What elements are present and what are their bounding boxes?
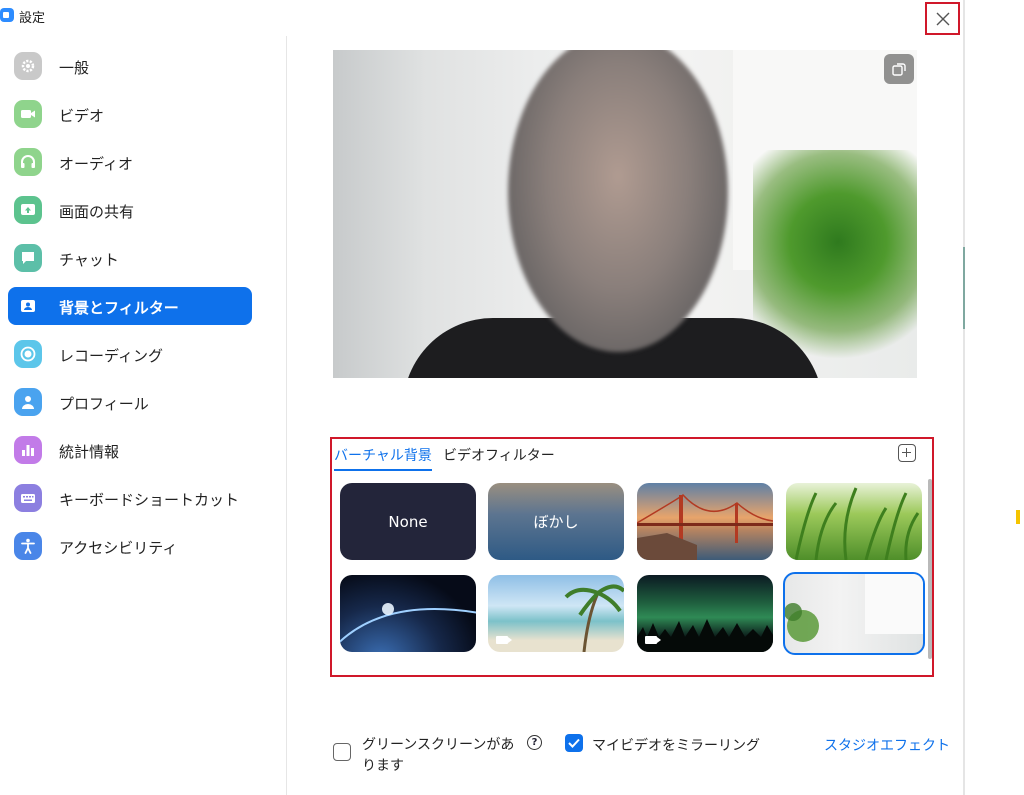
sidebar-item-video[interactable]: ビデオ — [8, 95, 252, 133]
video-camera-icon — [14, 100, 42, 128]
keyboard-icon — [14, 484, 42, 512]
sidebar-item-label: 一般 — [59, 59, 90, 77]
virtual-background-panel: バーチャル背景 ビデオフィルター None ぼかし — [330, 437, 934, 677]
sidebar-item-general[interactable]: 一般 — [8, 47, 252, 85]
sidebar-item-label: レコーディング — [59, 347, 163, 365]
sidebar-item-background-filters[interactable]: 背景とフィルター — [8, 287, 252, 325]
checkmark-icon — [568, 738, 580, 748]
accessibility-icon — [14, 532, 42, 560]
help-icon[interactable]: ? — [527, 735, 542, 750]
window-border — [963, 0, 965, 795]
zoom-app-icon — [0, 8, 14, 22]
bg-thumb-office-selected[interactable] — [783, 572, 925, 655]
background-window-edge — [963, 247, 965, 329]
camera-preview — [333, 50, 917, 378]
scrollbar[interactable] — [928, 479, 932, 659]
sidebar-item-label: 統計情報 — [59, 443, 120, 461]
rotate-camera-button[interactable] — [884, 54, 914, 84]
sidebar-item-label: 画面の共有 — [59, 203, 135, 221]
video-background-icon — [645, 636, 661, 644]
sidebar-item-accessibility[interactable]: アクセシビリティ — [8, 527, 252, 565]
thumb-label: None — [388, 512, 428, 531]
thumb-label: ぼかし — [533, 513, 579, 531]
bar-chart-icon — [14, 436, 42, 464]
close-icon — [936, 12, 950, 26]
bg-thumb-blur[interactable]: ぼかし — [488, 483, 624, 560]
mirror-video-checkbox[interactable] — [565, 734, 583, 752]
sidebar-item-chat[interactable]: チャット — [8, 239, 252, 277]
sidebar-item-label: オーディオ — [59, 155, 133, 173]
bg-thumb-golden-gate[interactable] — [637, 483, 773, 560]
settings-sidebar: 一般 ビデオ オーディオ 画面の共有 チャット 背景とフィルター レコーディング… — [0, 36, 287, 795]
video-background-icon — [496, 636, 512, 644]
green-screen-label: グリーンスクリーンがあります — [362, 737, 515, 774]
close-button[interactable] — [925, 2, 960, 35]
bg-thumb-grass[interactable] — [786, 483, 922, 560]
sidebar-item-label: プロフィール — [59, 395, 149, 413]
headphones-icon — [14, 148, 42, 176]
sidebar-item-label: ビデオ — [59, 107, 105, 125]
sidebar-item-label: 背景とフィルター — [59, 299, 179, 317]
share-screen-icon — [14, 196, 42, 224]
mirror-video-label: マイビデオをミラーリング — [592, 738, 760, 754]
record-icon — [14, 340, 42, 368]
bg-thumb-earth[interactable] — [340, 575, 476, 652]
sidebar-item-label: キーボードショートカット — [59, 491, 240, 509]
tab-virtual-background[interactable]: バーチャル背景 — [334, 445, 432, 471]
window-title: 設定 — [19, 11, 46, 26]
sidebar-item-recording[interactable]: レコーディング — [8, 335, 252, 373]
chat-bubble-icon — [14, 244, 42, 272]
portrait-icon — [14, 292, 42, 320]
tab-video-filters[interactable]: ビデオフィルター — [443, 445, 555, 465]
sidebar-item-share-screen[interactable]: 画面の共有 — [8, 191, 252, 229]
sidebar-item-profile[interactable]: プロフィール — [8, 383, 252, 421]
green-screen-checkbox[interactable] — [333, 743, 351, 761]
title-bar: 設定 — [0, 0, 964, 35]
sidebar-item-audio[interactable]: オーディオ — [8, 143, 252, 181]
add-background-button[interactable] — [898, 444, 916, 462]
sidebar-item-label: アクセシビリティ — [59, 539, 178, 557]
sidebar-item-label: チャット — [59, 251, 119, 269]
bg-thumb-beach[interactable] — [488, 575, 624, 652]
studio-effects-link[interactable]: スタジオエフェクト — [824, 735, 950, 755]
blurred-face — [508, 50, 728, 352]
bg-thumb-aurora[interactable] — [637, 575, 773, 652]
bg-thumb-none[interactable]: None — [340, 483, 476, 560]
background-window-marker — [1016, 510, 1020, 524]
sidebar-item-statistics[interactable]: 統計情報 — [8, 431, 252, 469]
person-icon — [14, 388, 42, 416]
rotate-camera-icon — [892, 63, 906, 76]
sidebar-item-keyboard-shortcuts[interactable]: キーボードショートカット — [8, 479, 252, 517]
gear-icon — [14, 52, 42, 80]
